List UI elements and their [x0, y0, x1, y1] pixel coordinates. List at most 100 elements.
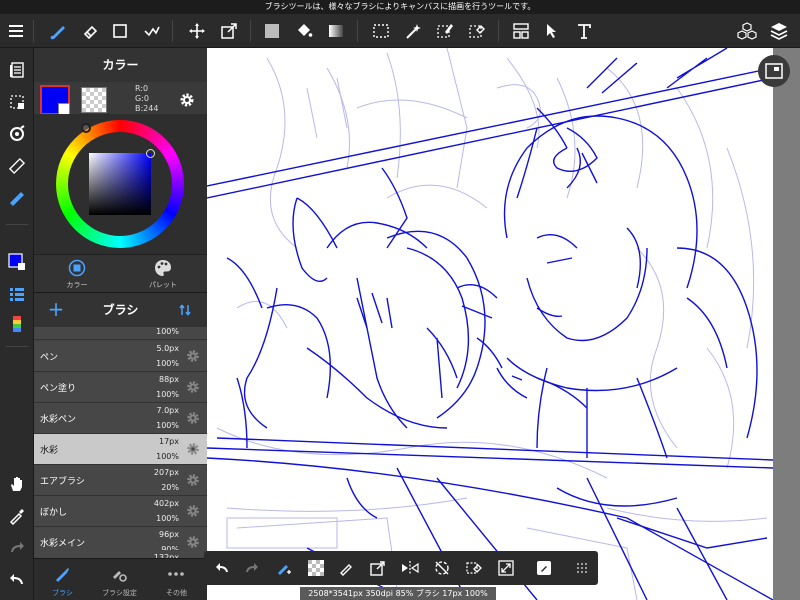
ruler-icon[interactable] — [3, 152, 31, 180]
brush-tool-icon[interactable] — [44, 17, 72, 45]
add-brush-button[interactable]: + — [44, 298, 68, 322]
brush-settings-icon[interactable] — [3, 184, 31, 212]
palette-strip-icon[interactable] — [3, 310, 31, 338]
color-swatch-icon[interactable] — [3, 248, 31, 276]
brush-settings-gear-icon[interactable] — [185, 348, 201, 364]
brush-name: ぼかし — [40, 508, 68, 518]
eraser-tool-icon[interactable] — [76, 17, 104, 45]
tab-brush-label: ブラシ — [52, 589, 73, 597]
move-tool-icon[interactable] — [183, 17, 211, 45]
brush-list-icon[interactable] — [3, 280, 31, 308]
brush-row[interactable]: ペン塗り 88px 100% — [34, 372, 207, 403]
tab-brush-settings[interactable]: ブラシ設定 — [91, 559, 148, 600]
sketch-artwork — [207, 48, 773, 600]
brush-row[interactable]: ペン 5.0px 100% — [34, 341, 207, 372]
tab-brush[interactable]: ブラシ — [34, 559, 91, 600]
line-tool-icon[interactable] — [138, 17, 166, 45]
brush-snap-icon[interactable] — [270, 554, 298, 582]
transparent-color-swatch[interactable] — [81, 87, 107, 113]
brush-size: 88px — [159, 375, 179, 384]
layers-icon[interactable] — [765, 17, 793, 45]
app-root: ブラシツールは、様々なブラシによりキャンバスに描画を行うツールです。 カラー R… — [0, 0, 800, 600]
top-toolbar — [0, 14, 800, 48]
brush-row-partial-top[interactable]: 100% — [34, 327, 207, 340]
toolbar-divider — [498, 20, 499, 42]
fill-color-icon[interactable] — [258, 17, 286, 45]
tab-other-label: その他 — [166, 589, 187, 597]
brush-name: 水彩メイン — [40, 539, 86, 549]
toolbar-divider — [6, 346, 28, 347]
blue-value: B:244 — [135, 104, 159, 113]
brush-name: 水彩ペン — [40, 415, 77, 425]
brush-panel-header: ブラシ + — [34, 293, 207, 327]
navigator-toggle-button[interactable] — [758, 55, 790, 87]
selection-layer-icon[interactable] — [3, 88, 31, 116]
tab-color[interactable]: カラー — [34, 255, 120, 293]
operation-tool-icon[interactable] — [539, 17, 567, 45]
foreground-color-swatch[interactable] — [40, 85, 70, 115]
menu-icon[interactable] — [2, 17, 30, 45]
clear-selection-icon[interactable] — [460, 554, 488, 582]
sort-icon[interactable] — [174, 299, 196, 321]
green-value: G:0 — [135, 94, 149, 103]
brush-name: ペン — [40, 353, 59, 363]
customize-bar-icon[interactable] — [568, 554, 596, 582]
snap-icon[interactable] — [3, 120, 31, 148]
bucket-tool-icon[interactable] — [290, 17, 318, 45]
export-icon[interactable] — [364, 554, 392, 582]
brush-settings-gear-icon[interactable] — [185, 379, 201, 395]
transform-tool-icon[interactable] — [215, 17, 243, 45]
brush-row-partial-bottom[interactable]: 132px — [34, 550, 207, 558]
rotate-reset-icon[interactable] — [428, 554, 456, 582]
hand-tool-icon[interactable] — [3, 470, 31, 498]
drawing-canvas[interactable] — [207, 48, 773, 600]
fit-screen-icon[interactable] — [492, 554, 520, 582]
brush-opacity: 100% — [156, 452, 179, 461]
brush-row[interactable]: 水彩 17px 100% — [34, 434, 207, 465]
toolbar-divider — [33, 20, 34, 42]
quick-access-bar — [204, 551, 598, 585]
gradient-tool-icon[interactable] — [322, 17, 350, 45]
undo-icon[interactable] — [208, 554, 236, 582]
color-settings-gear-icon[interactable] — [173, 86, 201, 114]
shape-tool-icon[interactable] — [106, 17, 134, 45]
brush-row[interactable]: 水彩ペン 7.0px 100% — [34, 403, 207, 434]
saturation-value-handle[interactable] — [146, 149, 155, 158]
materials-icon[interactable] — [733, 17, 761, 45]
brush-row[interactable]: エアブラシ 207px 20% — [34, 465, 207, 496]
left-toolbar — [0, 48, 34, 600]
select-tool-icon[interactable] — [367, 17, 395, 45]
brush-size: 5.0px — [156, 344, 179, 353]
brush-opacity: 100% — [156, 514, 179, 523]
brush-name: 水彩 — [40, 446, 59, 456]
redo-icon[interactable] — [238, 554, 266, 582]
saturation-value-square[interactable] — [89, 149, 155, 215]
brush-name: ペン塗り — [40, 384, 77, 394]
tab-other[interactable]: その他 — [148, 559, 205, 600]
pen-stabilizer-icon[interactable] — [332, 554, 360, 582]
edit-layer-icon[interactable] — [530, 554, 558, 582]
brush-row[interactable]: ぼかし 402px 100% — [34, 496, 207, 527]
tab-palette[interactable]: パレット — [120, 255, 206, 293]
brush-settings-gear-icon[interactable] — [185, 503, 201, 519]
brush-opacity: 100% — [156, 359, 179, 368]
select-eraser-icon[interactable] — [463, 17, 491, 45]
select-pen-icon[interactable] — [431, 17, 459, 45]
eyedropper-icon[interactable] — [3, 502, 31, 530]
flip-horizontal-icon[interactable] — [396, 554, 424, 582]
panel-layout-icon[interactable] — [507, 17, 535, 45]
color-panel-tabs: カラー パレット — [34, 254, 207, 292]
brush-settings-gear-icon[interactable] — [185, 441, 201, 457]
brush-settings-gear-icon[interactable] — [185, 410, 201, 426]
brush-settings-gear-icon[interactable] — [185, 534, 201, 550]
text-tool-icon[interactable] — [570, 17, 598, 45]
document-icon[interactable] — [3, 56, 31, 84]
linework-layer — [207, 48, 773, 600]
redo-icon[interactable] — [3, 534, 31, 562]
brush-list[interactable]: 100% ペン 5.0px 100% ペン塗り 88px 100% 水彩ペン 7.0px 100… — [34, 327, 207, 558]
transparent-toggle-icon[interactable] — [302, 554, 330, 582]
brush-settings-gear-icon[interactable] — [185, 472, 201, 488]
hue-handle[interactable] — [81, 123, 91, 133]
magic-wand-icon[interactable] — [399, 17, 427, 45]
undo-icon[interactable] — [3, 566, 31, 594]
